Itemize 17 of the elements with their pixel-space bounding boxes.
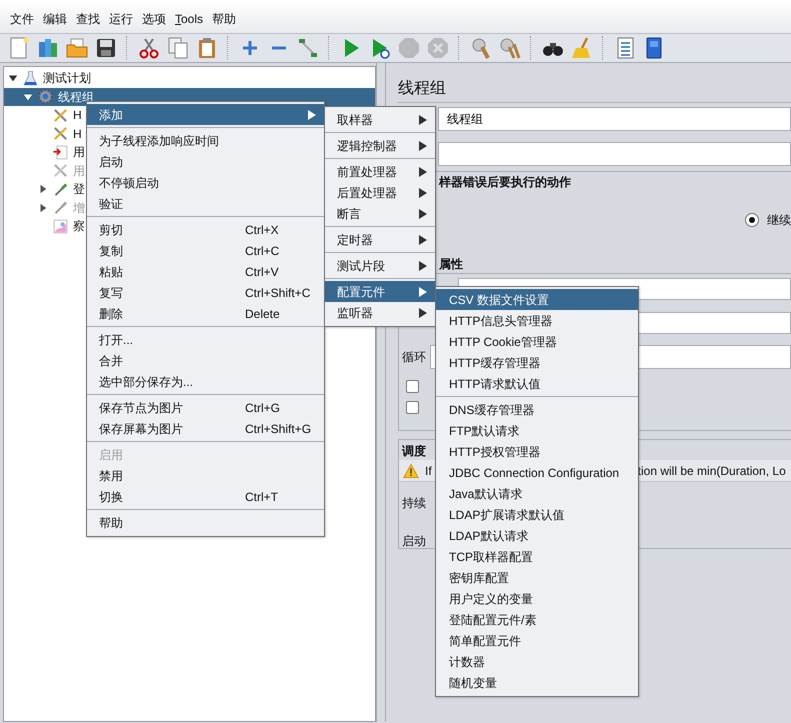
- shortcut-text: Ctrl+C: [245, 242, 280, 260]
- shortcut-text: Ctrl+Shift+C: [245, 284, 310, 302]
- shortcut-text: Delete: [245, 306, 280, 322]
- warning-text: If: [425, 462, 432, 480]
- panel-title: 线程组: [398, 80, 446, 97]
- shortcut-text: Ctrl+X: [245, 222, 279, 238]
- field-label: 启动: [402, 534, 426, 548]
- section-heading: 样器错误后要执行的动作: [439, 174, 571, 191]
- section-heading: 调度: [402, 443, 426, 460]
- field-label: 持续: [402, 496, 426, 510]
- section-heading: 属性: [439, 256, 463, 273]
- radio-label: 继续: [767, 212, 791, 229]
- shortcut-text: Ctrl+V: [245, 264, 279, 280]
- shortcut-text: Ctrl+G: [245, 400, 280, 416]
- field-label: 循环: [402, 349, 427, 366]
- shortcut-text: Ctrl+Shift+G: [245, 420, 312, 438]
- shortcut-text: Ctrl+T: [245, 488, 278, 506]
